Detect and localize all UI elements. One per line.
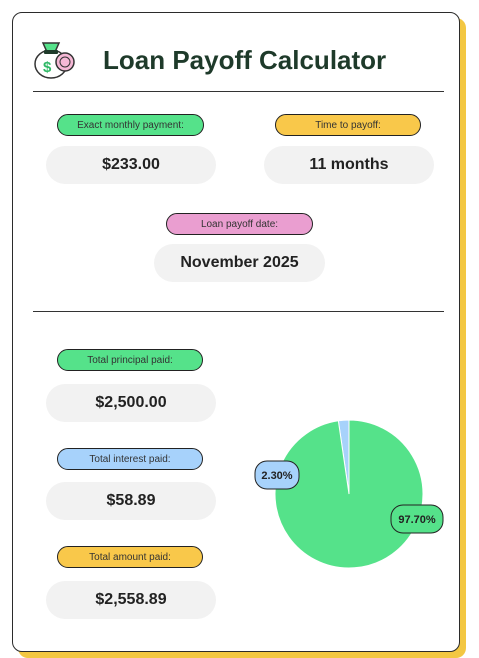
money-bag-icon: $ [34, 42, 75, 79]
pie-data-label-0: 2.30% [254, 460, 300, 490]
calculator-card: $ Loan Payoff Calculator Exact monthly p… [12, 12, 460, 652]
monthly-payment-value: $233.00 [46, 146, 216, 184]
interest-paid-label: Total interest paid: [57, 448, 203, 470]
svg-text:2.30%: 2.30% [261, 470, 292, 482]
principal-paid-value: $2,500.00 [46, 384, 216, 422]
section-divider [33, 311, 444, 312]
page-title: Loan Payoff Calculator [103, 45, 387, 75]
payment-breakdown-pie-chart: 2.30% 97.70% [254, 419, 444, 569]
payoff-date-label: Loan payoff date: [166, 213, 313, 235]
svg-text:97.70%: 97.70% [398, 514, 436, 526]
header-divider [33, 91, 444, 92]
amount-paid-value: $2,558.89 [46, 581, 216, 619]
interest-paid-value: $58.89 [46, 482, 216, 520]
principal-paid-label: Total principal paid: [57, 349, 203, 371]
pie-slice-1[interactable] [274, 419, 424, 569]
svg-text:$: $ [43, 59, 52, 76]
monthly-payment-label: Exact monthly payment: [57, 114, 204, 136]
amount-paid-label: Total amount paid: [57, 546, 203, 568]
pie-data-label-1: 97.70% [390, 504, 444, 534]
time-to-payoff-value: 11 months [264, 146, 434, 184]
payoff-date-value: November 2025 [154, 244, 325, 282]
time-to-payoff-label: Time to payoff: [275, 114, 421, 136]
